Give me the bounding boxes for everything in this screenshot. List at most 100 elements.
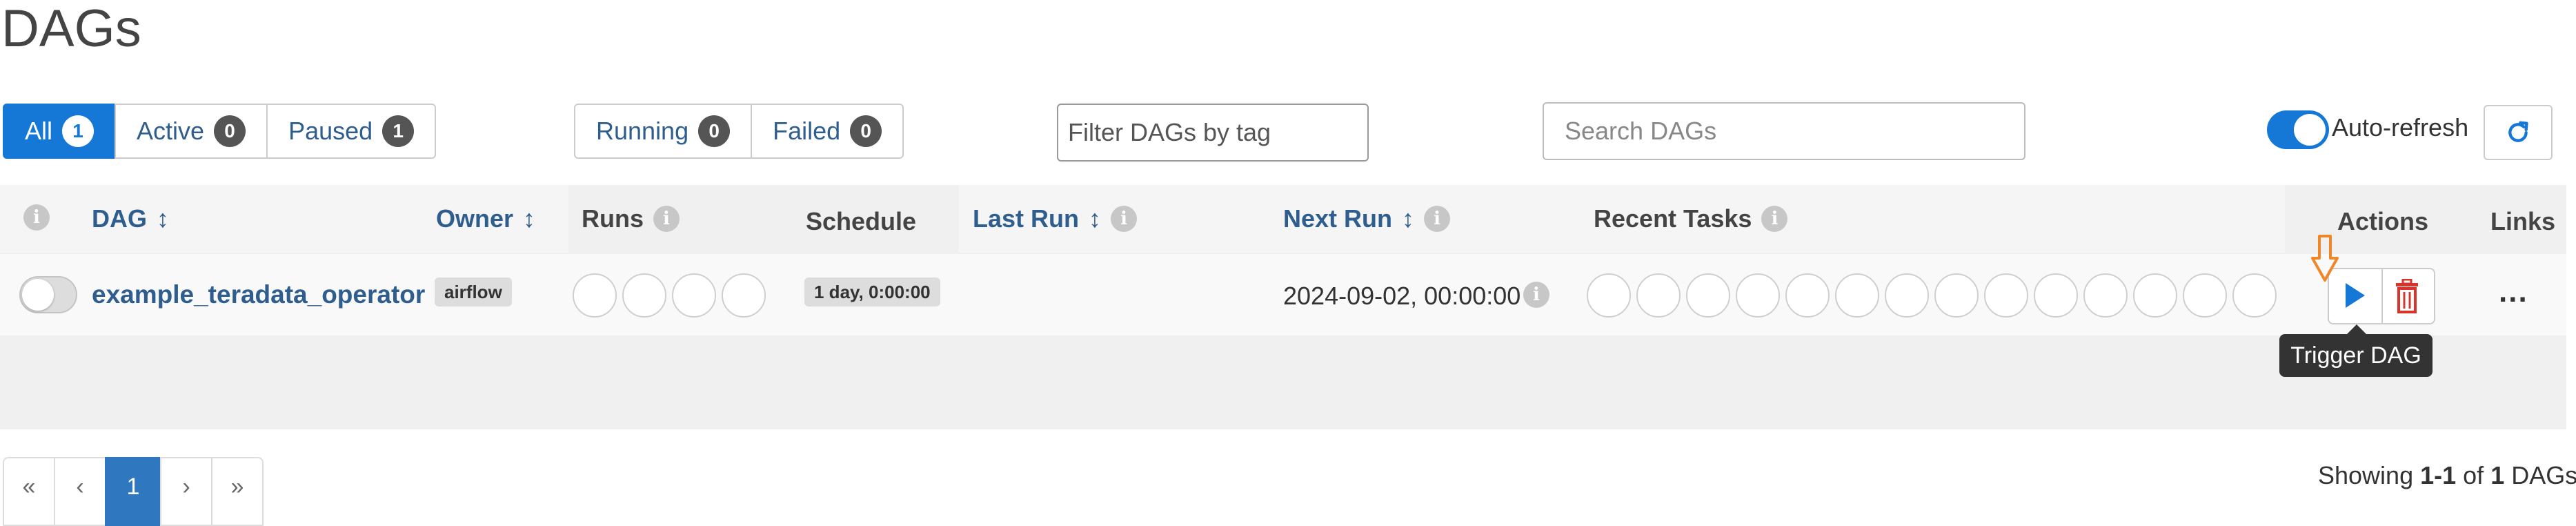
header-next-run[interactable]: Next Run ↕ i <box>1283 204 1451 233</box>
task-status-circle[interactable] <box>1785 273 1830 318</box>
page-next-button[interactable]: › <box>160 457 212 526</box>
showing-count: Showing 1-1 of 1 DAGs <box>2318 461 2576 490</box>
tag-filter-input[interactable]: Filter DAGs by tag <box>1057 104 1369 162</box>
task-status-circle[interactable] <box>1686 273 1730 318</box>
info-icon[interactable]: i <box>23 204 50 231</box>
next-run-cell: 2024-09-02, 00:00:00 <box>1283 282 1520 311</box>
next-run-value: 2024-09-02, 00:00:00 <box>1283 282 1521 310</box>
header-recent-tasks-label: Recent Tasks <box>1594 204 1752 233</box>
filter-running-count: 0 <box>698 115 731 147</box>
filter-running-button[interactable]: Running 0 <box>574 104 753 159</box>
annotation-arrow-icon <box>2311 235 2339 282</box>
info-icon[interactable]: i <box>1761 206 1788 232</box>
search-placeholder: Search DAGs <box>1565 117 1717 145</box>
run-status-circle[interactable] <box>672 273 716 318</box>
header-runs: Runs i <box>582 204 680 233</box>
ellipsis-icon: ... <box>2499 275 2528 309</box>
run-filter-group: Running 0 Failed 0 <box>574 104 904 159</box>
refresh-icon <box>2508 121 2528 142</box>
task-status-circle[interactable] <box>1934 273 1979 318</box>
tag-filter-placeholder: Filter DAGs by tag <box>1068 118 1271 146</box>
filter-all-label: All <box>25 117 53 145</box>
task-status-circle[interactable] <box>1984 273 2028 318</box>
header-dag-label: DAG <box>92 204 147 233</box>
info-icon[interactable]: i <box>653 206 680 232</box>
header-owner-label: Owner <box>436 204 514 233</box>
header-owner[interactable]: Owner ↕ <box>436 204 535 233</box>
filter-all-count: 1 <box>62 115 95 147</box>
auto-refresh-label: Auto-refresh <box>2332 113 2469 142</box>
next-run-info[interactable]: i <box>1523 282 1549 308</box>
refresh-button[interactable] <box>2484 105 2553 160</box>
filter-running-label: Running <box>596 117 689 145</box>
trash-icon <box>2396 279 2418 313</box>
task-status-circle[interactable] <box>1885 273 1929 318</box>
header-next-run-label: Next Run <box>1283 204 1393 233</box>
task-status-circle[interactable] <box>2232 273 2277 318</box>
showing-suffix: DAGs <box>2511 461 2576 489</box>
filter-active-label: Active <box>137 117 205 145</box>
info-icon[interactable]: i <box>1424 206 1451 232</box>
sort-icon: ↕ <box>523 204 536 233</box>
pagination: « ‹ 1 › » <box>3 457 264 526</box>
play-icon <box>2346 283 2365 308</box>
sort-icon: ↕ <box>1089 204 1102 233</box>
filter-active-count: 0 <box>214 115 246 147</box>
page-last-button[interactable]: » <box>211 457 264 526</box>
search-input[interactable]: Search DAGs <box>1543 102 2025 160</box>
dag-id-link[interactable]: example_teradata_operator <box>92 280 425 309</box>
filter-active-button[interactable]: Active 0 <box>115 104 268 159</box>
task-status-circle[interactable] <box>2083 273 2128 318</box>
showing-range: 1-1 <box>2420 461 2457 489</box>
run-status-circle[interactable] <box>622 273 666 318</box>
trigger-dag-tooltip: Trigger DAG <box>2279 324 2433 377</box>
page-title: DAGs <box>1 0 141 58</box>
header-info: i <box>23 204 50 231</box>
sort-icon: ↕ <box>1402 204 1415 233</box>
filter-paused-button[interactable]: Paused 1 <box>266 104 437 159</box>
header-schedule-label: Schedule <box>806 207 917 235</box>
schedule-cell: 1 day, 0:00:00 <box>804 277 940 306</box>
showing-of: of <box>2463 461 2484 489</box>
owner-cell: airflow <box>435 277 512 306</box>
filter-failed-count: 0 <box>850 115 882 147</box>
task-status-circle[interactable] <box>2133 273 2177 318</box>
schedule-tag[interactable]: 1 day, 0:00:00 <box>804 277 940 306</box>
header-dag[interactable]: DAG ↕ <box>92 204 169 233</box>
sort-icon: ↕ <box>157 204 169 233</box>
filter-failed-button[interactable]: Failed 0 <box>751 104 904 159</box>
header-runs-label: Runs <box>582 204 644 233</box>
run-status-circle[interactable] <box>573 273 617 318</box>
info-icon[interactable]: i <box>1111 206 1138 232</box>
auto-refresh-toggle[interactable] <box>2267 110 2329 149</box>
header-actions-label: Actions <box>2337 207 2429 235</box>
page-prev-button[interactable]: ‹ <box>54 457 106 526</box>
filter-all-button[interactable]: All 1 <box>3 104 117 159</box>
showing-total: 1 <box>2490 461 2505 489</box>
run-status-circle[interactable] <box>722 273 766 318</box>
pause-toggle[interactable] <box>19 276 77 313</box>
owner-tag[interactable]: airflow <box>435 277 512 306</box>
task-status-circle[interactable] <box>1835 273 1879 318</box>
tooltip-text: Trigger DAG <box>2290 342 2421 369</box>
status-filter-group: All 1 Active 0 Paused 1 <box>3 104 437 159</box>
task-status-circle[interactable] <box>2034 273 2078 318</box>
header-recent-tasks: Recent Tasks i <box>1594 204 1788 233</box>
page-current[interactable]: 1 <box>105 457 161 526</box>
task-status-circle[interactable] <box>1636 273 1681 318</box>
header-schedule: Schedule <box>806 207 916 236</box>
header-last-run-label: Last Run <box>973 204 1080 233</box>
header-links: Links <box>2490 207 2555 236</box>
header-last-run[interactable]: Last Run ↕ i <box>973 204 1138 233</box>
more-links-button[interactable]: ... <box>2499 275 2528 309</box>
task-status-circle[interactable] <box>1736 273 1780 318</box>
info-icon[interactable]: i <box>1523 282 1549 308</box>
filter-paused-label: Paused <box>288 117 373 145</box>
filter-failed-label: Failed <box>773 117 841 145</box>
page-first-button[interactable]: « <box>3 457 55 526</box>
task-status-circle[interactable] <box>2183 273 2227 318</box>
header-actions: Actions <box>2337 207 2428 236</box>
task-status-circle[interactable] <box>1587 273 1631 318</box>
header-links-label: Links <box>2490 207 2556 235</box>
showing-prefix: Showing <box>2318 461 2414 489</box>
